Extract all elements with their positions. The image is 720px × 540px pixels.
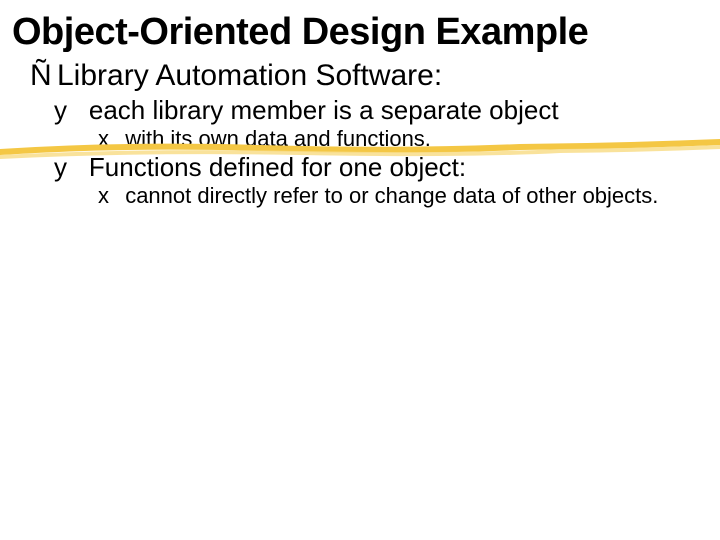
slide: Object-Oriented Design Example ÑLibrary … bbox=[0, 0, 720, 540]
bullet-glyph: x bbox=[112, 127, 125, 152]
bullet-level2: yeach library member is a separate objec… bbox=[18, 94, 720, 125]
bullet-level1: ÑLibrary Automation Software: bbox=[0, 53, 720, 94]
slide-title: Object-Oriented Design Example bbox=[0, 0, 720, 53]
bullet-glyph: y bbox=[72, 153, 89, 182]
bullet-text: with its own data and functions. bbox=[125, 126, 431, 151]
bullet-text: cannot directly refer to or change data … bbox=[125, 183, 658, 208]
bullet-level2: yFunctions defined for one object: bbox=[18, 151, 720, 182]
bullet-level3: xcannot directly refer to or change data… bbox=[14, 182, 720, 209]
bullet-glyph: y bbox=[72, 96, 89, 125]
bullet-glyph: x bbox=[112, 184, 125, 209]
bullet-glyph: Ñ bbox=[30, 59, 57, 94]
bullet-text: Library Automation Software: bbox=[57, 59, 442, 92]
bullet-level3: xwith its own data and functions. bbox=[14, 125, 720, 152]
bullet-text: Functions defined for one object: bbox=[89, 152, 466, 182]
bullet-text: each library member is a separate object bbox=[89, 95, 559, 125]
